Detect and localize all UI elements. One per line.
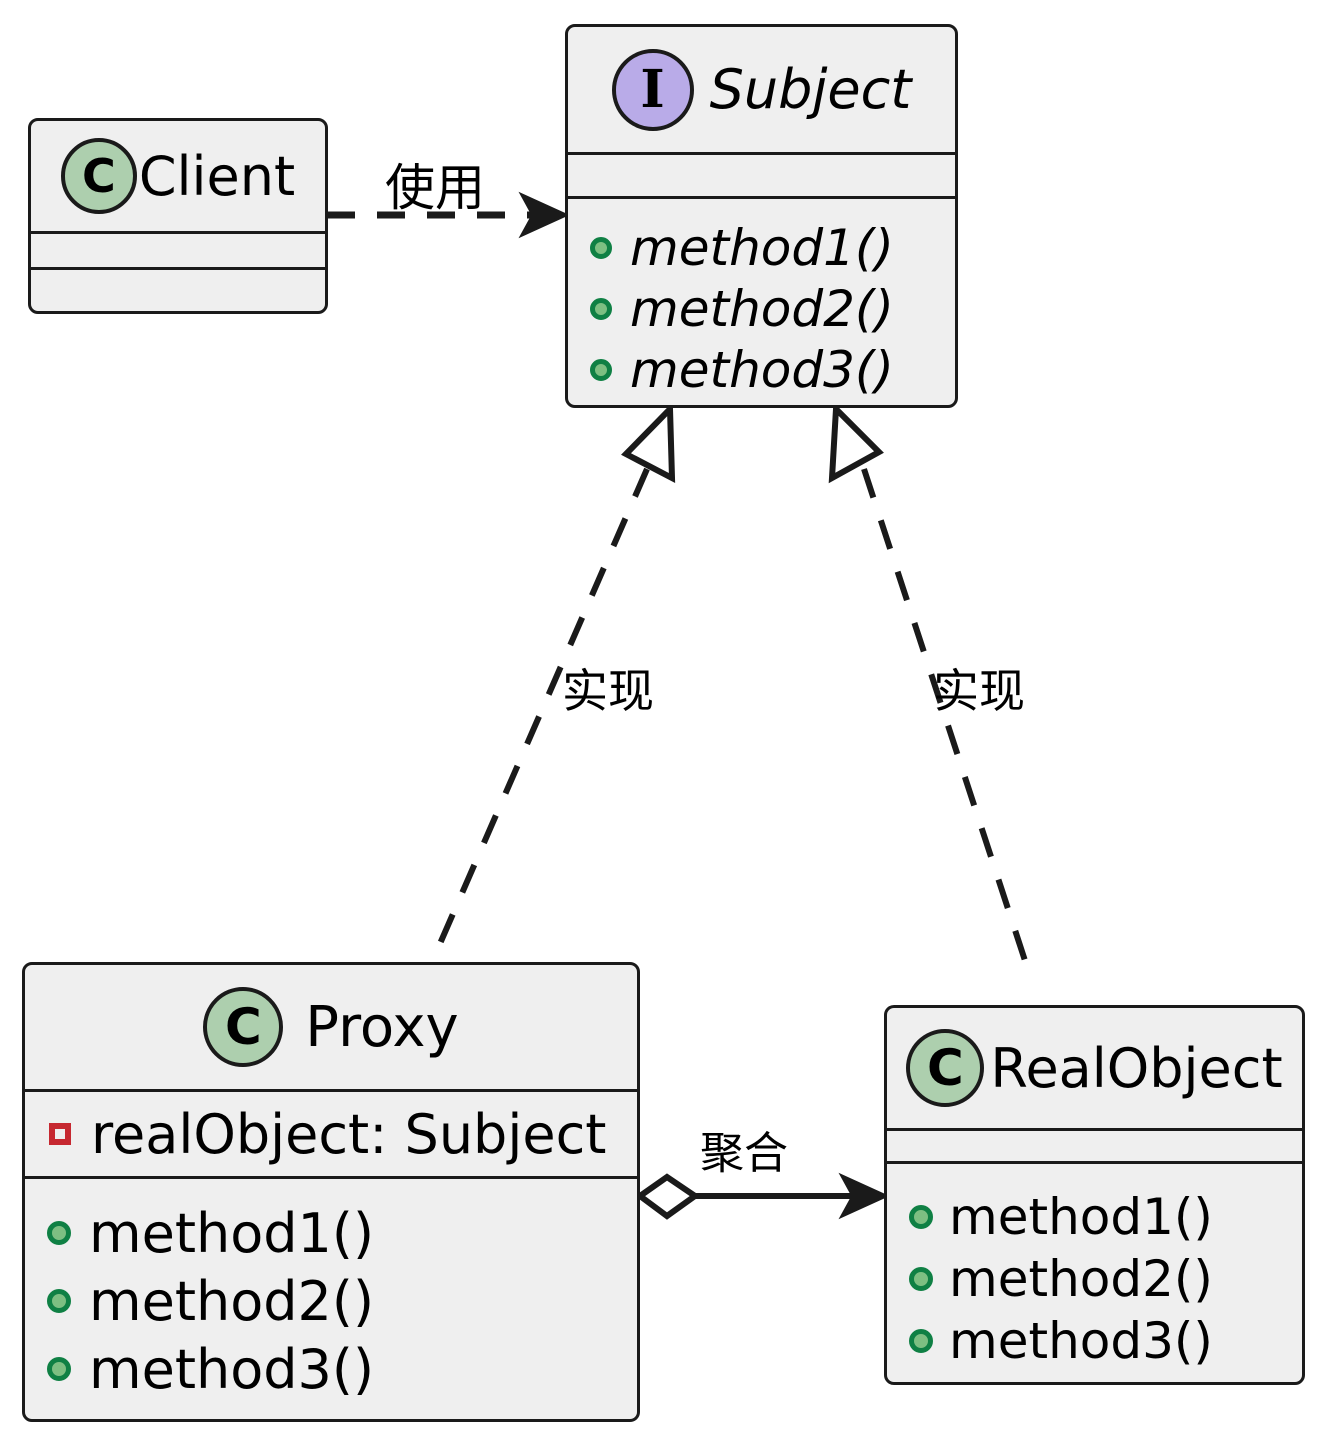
public-method-bullet-icon (909, 1267, 933, 1291)
public-method-bullet-icon (590, 236, 612, 259)
attributes-compartment-client (31, 231, 325, 267)
methods-compartment-realobject: method1() method2() method3() (887, 1161, 1302, 1382)
method-row[interactable]: method3() (909, 1310, 1302, 1372)
method-row[interactable]: method2() (590, 278, 955, 339)
method-label: method3() (630, 340, 894, 399)
edge-proxy-aggregates-realobject (634, 1172, 890, 1220)
method-row[interactable]: method3() (47, 1335, 637, 1403)
class-header-proxy: C Proxy (25, 965, 637, 1089)
methods-compartment-proxy: method1() method2() method3() (25, 1176, 637, 1419)
filled-arrowhead-icon (518, 191, 570, 239)
method-label: method2() (949, 1250, 1213, 1308)
class-stereotype-letter: C (224, 998, 262, 1056)
interface-stereotype-letter: I (640, 58, 665, 120)
realization-dashed-line (861, 468, 1035, 983)
public-method-bullet-icon (590, 358, 612, 381)
class-stereotype-icon: C (906, 1029, 985, 1107)
class-stereotype-icon: C (60, 138, 137, 214)
method-row[interactable]: method1() (590, 217, 955, 278)
method-label: method2() (630, 279, 894, 338)
class-node-proxy[interactable]: C Proxy realObject: Subject method1() me… (22, 962, 640, 1422)
attribute-label: realObject: Subject (91, 1102, 607, 1166)
hollow-triangle-arrowhead-icon (828, 402, 884, 484)
method-label: method3() (89, 1337, 375, 1401)
attributes-compartment-proxy: realObject: Subject (25, 1089, 637, 1176)
class-node-client[interactable]: C Client (28, 118, 328, 314)
edge-label-uses: 使用 (385, 159, 485, 217)
class-name-realobject: RealObject (990, 1036, 1283, 1100)
methods-compartment-subject: method1() method2() method3() (568, 196, 955, 405)
attributes-compartment-subject (568, 152, 955, 196)
class-header-subject: I Subject (568, 27, 955, 152)
public-method-bullet-icon (47, 1221, 71, 1245)
public-method-bullet-icon (590, 297, 612, 320)
method-row[interactable]: method1() (909, 1186, 1302, 1248)
class-name-subject: Subject (709, 58, 912, 121)
attribute-row[interactable]: realObject: Subject (49, 1100, 637, 1168)
filled-arrowhead-icon (838, 1172, 890, 1220)
class-node-realobject[interactable]: C RealObject method1() method2() method3… (884, 1005, 1305, 1385)
hollow-diamond-icon (634, 1173, 701, 1220)
method-label: method3() (949, 1312, 1213, 1370)
method-row[interactable]: method1() (47, 1199, 637, 1267)
public-method-bullet-icon (47, 1289, 71, 1313)
public-method-bullet-icon (909, 1329, 933, 1353)
method-row[interactable]: method2() (47, 1267, 637, 1335)
edge-label-realization-realobject: 实现 (933, 664, 1025, 718)
class-stereotype-letter: C (81, 149, 116, 203)
edge-label-aggregation: 聚合 (700, 1128, 788, 1179)
method-label: method1() (89, 1201, 375, 1265)
class-node-subject[interactable]: I Subject method1() method2() method3() (565, 24, 958, 408)
class-stereotype-letter: C (927, 1039, 964, 1097)
method-label: method1() (630, 218, 894, 277)
class-name-proxy: Proxy (305, 994, 459, 1060)
public-method-bullet-icon (909, 1205, 933, 1229)
class-header-realobject: C RealObject (887, 1008, 1302, 1128)
class-name-client: Client (138, 144, 296, 208)
class-stereotype-icon: C (203, 987, 284, 1067)
public-method-bullet-icon (47, 1357, 71, 1381)
methods-compartment-client (31, 267, 325, 311)
method-label: method1() (949, 1188, 1213, 1246)
private-field-square-icon (49, 1123, 71, 1145)
method-row[interactable]: method3() (590, 339, 955, 400)
edge-label-realization-proxy: 实现 (562, 664, 654, 718)
method-row[interactable]: method2() (909, 1248, 1302, 1310)
class-header-client: C Client (31, 121, 325, 231)
uml-class-diagram: Subject : dashed dependency, filled arro… (0, 0, 1328, 1446)
interface-stereotype-icon: I (611, 48, 694, 131)
method-label: method2() (89, 1269, 375, 1333)
hollow-triangle-arrowhead-icon (621, 401, 676, 484)
attributes-compartment-realobject (887, 1128, 1302, 1161)
